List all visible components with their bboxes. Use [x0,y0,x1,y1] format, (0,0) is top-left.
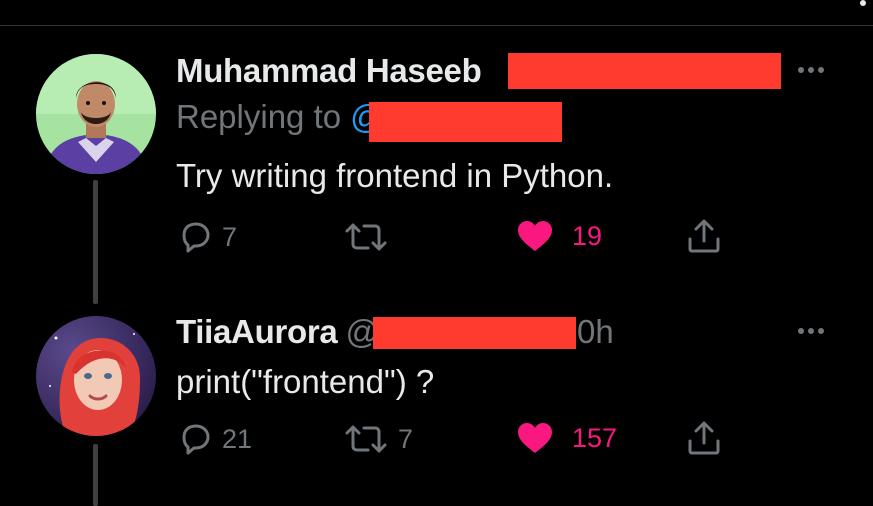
reply-icon [182,424,210,455]
thread-connector-line [93,180,98,304]
retweet-count: 7 [398,423,414,454]
redaction-box [369,102,562,142]
tweet-header: Muhammad Haseeb [176,50,482,92]
share-button[interactable] [686,420,722,456]
more-icon[interactable] [798,328,824,334]
reply-button[interactable]: 7 [178,220,237,254]
more-icon[interactable] [798,67,824,73]
retweet-icon [345,425,387,453]
tweet-text: print("frontend") ? [176,363,435,400]
reply-icon [182,222,210,253]
like-count: 19 [572,220,603,251]
thread-connector-line [93,444,98,506]
tweet-time[interactable]: 0h [577,313,614,351]
like-button[interactable]: 19 [516,219,602,253]
avatar-tiiaaurora[interactable] [36,316,156,436]
reply-count: 7 [222,221,238,252]
tweet-time-wrap: 0h [577,311,614,353]
like-button[interactable]: 157 [516,421,617,455]
top-dot [860,0,866,6]
retweet-button[interactable] [344,220,388,254]
heart-filled-icon [518,423,552,453]
share-button[interactable] [686,218,722,254]
replying-to-line: Replying to @ [176,96,384,138]
author-name[interactable]: Muhammad Haseeb [176,52,482,90]
replying-to-label: Replying to [176,98,342,135]
redaction-box [373,317,576,349]
retweet-button[interactable]: 7 [344,422,413,456]
redaction-box [508,53,781,89]
share-icon [688,219,720,253]
share-icon [688,421,720,455]
top-divider [0,25,873,26]
reply-count: 21 [222,423,253,454]
retweet-icon [345,223,387,251]
reply-button[interactable]: 21 [178,422,252,456]
heart-filled-icon [518,221,552,251]
like-count: 157 [572,422,618,453]
avatar-muhammad-haseeb[interactable] [36,54,156,174]
author-name[interactable]: TiiaAurora [176,313,338,351]
tweet-header: TiiaAurora @ [176,311,379,353]
tweet-text: Try writing frontend in Python. [176,157,614,194]
